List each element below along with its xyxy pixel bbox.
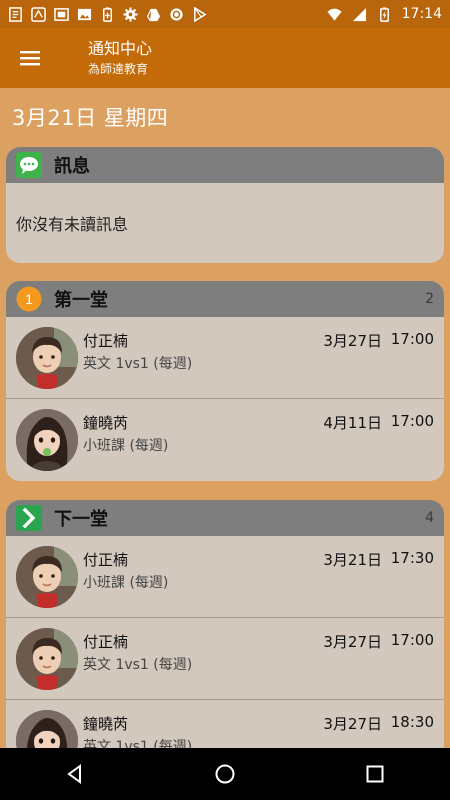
navigation-bar: [0, 748, 450, 800]
messages-body: 你沒有未讀訊息: [16, 215, 129, 234]
first-lesson-title: 第一堂: [54, 290, 108, 311]
arrow-right-icon: [16, 505, 42, 531]
translate-icon: [31, 6, 46, 22]
battery-saver-icon: [100, 6, 115, 22]
back-button[interactable]: [45, 748, 105, 800]
avatar: [16, 327, 78, 389]
app-title: 通知中心: [88, 39, 153, 58]
date-heading: 3月21日 星期四: [12, 106, 169, 130]
lesson-date: 3月27日: [323, 332, 382, 350]
student-name: 付正楠: [83, 633, 129, 651]
messages-title: 訊息: [54, 156, 90, 177]
student-name: 鐘曉芮: [83, 414, 129, 432]
recents-icon: [366, 765, 384, 783]
class-type: 英文 1vs1 (每週): [83, 739, 193, 748]
class-type: 英文 1vs1 (每週): [83, 657, 193, 673]
messages-card[interactable]: 訊息 你沒有未讀訊息: [6, 147, 444, 263]
gallery-icon: [54, 7, 69, 22]
avatar: [16, 628, 78, 690]
signal-icon: [352, 7, 367, 22]
first-lesson-header: 1 第一堂 2: [6, 281, 444, 317]
next-lesson-count: 4: [425, 510, 434, 526]
avatar: [16, 546, 78, 608]
status-icons-right: 17:14: [327, 6, 442, 22]
lesson-time: 18:30: [390, 713, 434, 731]
list-item[interactable]: 付正楠 英文 1vs1 (每週) 3月27日 17:00: [6, 618, 444, 700]
lesson-time: 17:00: [390, 330, 434, 348]
number-one-badge-icon: 1: [16, 286, 42, 312]
class-type: 英文 1vs1 (每週): [83, 356, 193, 372]
next-lesson-header: 下一堂 4: [6, 500, 444, 536]
recents-button[interactable]: [345, 748, 405, 800]
list-item[interactable]: 付正楠 小班課 (每週) 3月21日 17:30: [6, 536, 444, 618]
first-lesson-card: 1 第一堂 2 付正楠 英文 1vs1 (每週) 3月27日 17:00 鐘曉芮…: [6, 281, 444, 481]
student-name: 鐘曉芮: [83, 715, 129, 733]
settings-icon: [123, 6, 138, 22]
status-time: 17:14: [401, 6, 442, 22]
play-store-icon: [192, 6, 207, 22]
app-bar: 通知中心 為師達教育: [0, 28, 450, 88]
lesson-time: 17:00: [390, 412, 434, 430]
status-bar: 17:14: [0, 0, 450, 28]
class-type: 小班課 (每週): [83, 575, 169, 591]
lesson-date: 4月11日: [323, 414, 382, 432]
lesson-time: 17:30: [390, 549, 434, 567]
list-item[interactable]: 付正楠 英文 1vs1 (每週) 3月27日 17:00: [6, 317, 444, 399]
menu-button[interactable]: [0, 28, 60, 88]
class-type: 小班課 (每週): [83, 438, 169, 454]
circle-icon: [169, 7, 184, 22]
home-button[interactable]: [195, 748, 255, 800]
lesson-date: 3月27日: [323, 715, 382, 733]
first-lesson-badge-number: 1: [25, 291, 33, 307]
image-icon: [77, 7, 92, 22]
student-name: 付正楠: [83, 332, 129, 350]
back-icon: [67, 764, 81, 784]
avatar: [16, 710, 78, 748]
wifi-icon: [327, 7, 342, 22]
lesson-date: 3月21日: [323, 551, 382, 569]
drive-icon: [146, 7, 161, 22]
status-icons-left: [8, 6, 207, 22]
message-icon: [16, 152, 42, 178]
first-lesson-count: 2: [425, 291, 434, 307]
app-subtitle: 為師達教育: [88, 62, 149, 76]
lesson-date: 3月27日: [323, 633, 382, 651]
notes-icon: [8, 6, 23, 22]
list-item[interactable]: 鐘曉芮 小班課 (每週) 4月11日 17:00: [6, 399, 444, 481]
student-name: 付正楠: [83, 551, 129, 569]
lesson-time: 17:00: [390, 631, 434, 649]
hamburger-menu-icon: [20, 51, 40, 66]
messages-card-header: 訊息: [6, 147, 444, 183]
next-lesson-card: 下一堂 4 付正楠 小班課 (每週) 3月21日 17:30 付正楠 英文 1v…: [6, 500, 444, 748]
next-lesson-title: 下一堂: [54, 509, 108, 530]
avatar: [16, 409, 78, 471]
notification-list[interactable]: 3月21日 星期四 訊息 你沒有未讀訊息 1 第一堂 2 付正楠 英文 1vs1…: [0, 88, 450, 748]
app-titles: 通知中心 為師達教育: [88, 39, 152, 77]
list-item[interactable]: 鐘曉芮 英文 1vs1 (每週) 3月27日 18:30: [6, 700, 444, 748]
home-icon: [215, 764, 235, 784]
battery-icon: [377, 6, 392, 22]
